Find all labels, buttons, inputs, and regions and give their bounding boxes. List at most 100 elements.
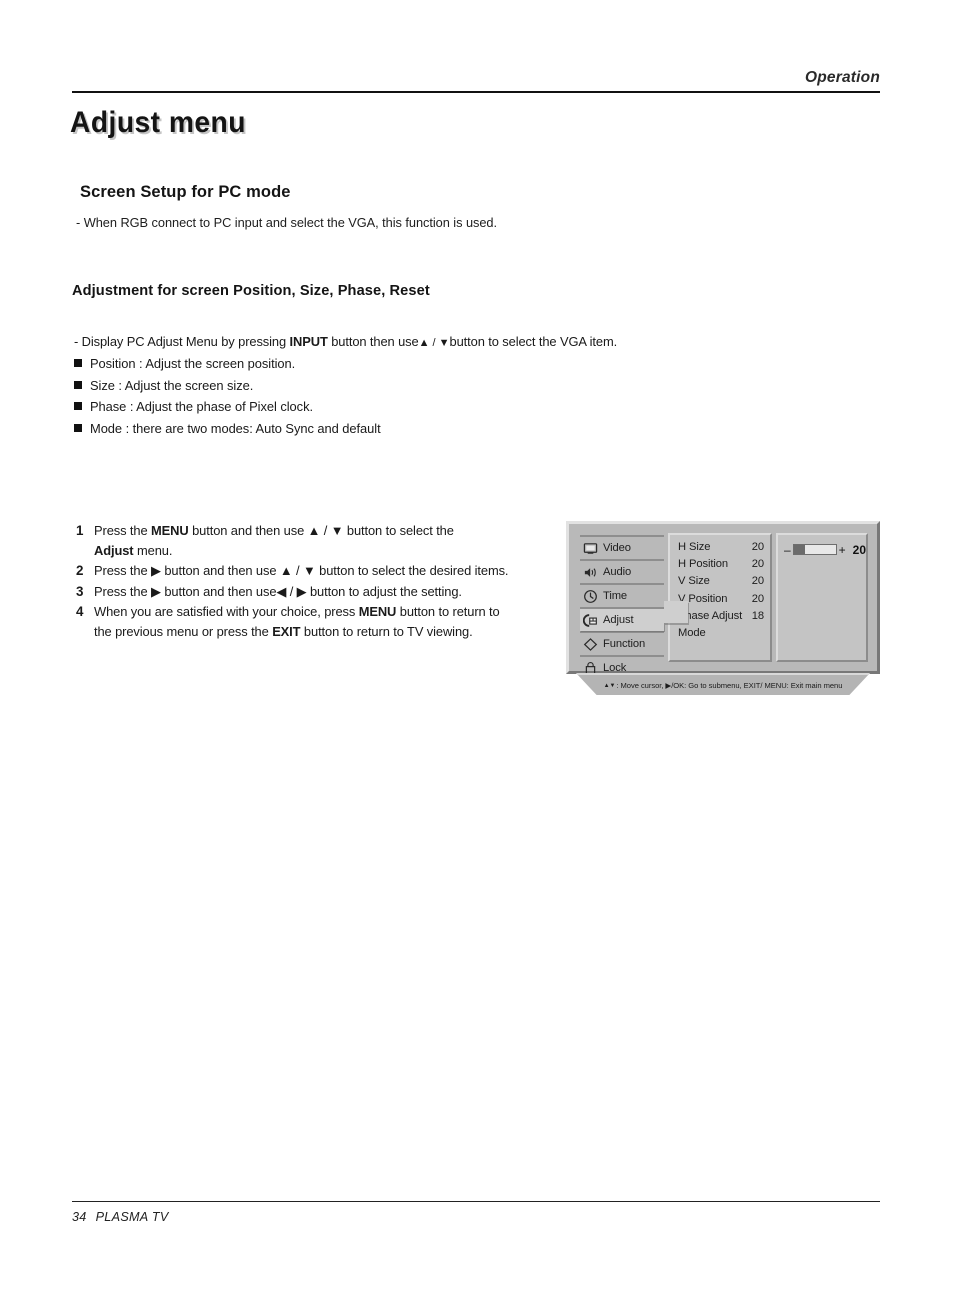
osd-setting-row[interactable]: H Size 20 bbox=[678, 541, 764, 558]
step-keyword: MENU bbox=[151, 523, 189, 538]
step-text: ▶ bbox=[151, 583, 161, 599]
osd-setting-label: H Position bbox=[678, 558, 728, 571]
step-item: 2 Press the ▶ button and then use ▲ / ▼ b… bbox=[76, 561, 556, 581]
footer-divider bbox=[72, 1201, 880, 1202]
osd-sidebar-item-audio[interactable]: Audio bbox=[580, 559, 664, 583]
osd-sidebar-item-label: Video bbox=[603, 542, 631, 554]
osd-setting-value: 20 bbox=[751, 592, 764, 605]
step-keyword: MENU bbox=[358, 604, 397, 619]
step-instruction-list: 1 Press the MENU button and then use ▲ / … bbox=[76, 521, 556, 642]
feature-bullet: Size : Adjust the screen size. bbox=[74, 378, 714, 400]
bullet-square-icon bbox=[74, 359, 82, 367]
osd-setting-value: 20 bbox=[751, 575, 764, 588]
osd-panel-inner: Video Audio Time Adjust Function Lock H Size 2… bbox=[572, 527, 874, 674]
bullet-square-icon bbox=[74, 402, 82, 410]
video-screen-icon bbox=[582, 540, 598, 556]
osd-setting-value: 18 bbox=[751, 609, 764, 622]
osd-setting-row[interactable]: V Size 20 bbox=[678, 575, 764, 592]
osd-sidebar-item-label: Time bbox=[603, 590, 628, 602]
step-text: ▲ / ▼ bbox=[307, 523, 344, 538]
slider-thumb[interactable] bbox=[793, 545, 805, 554]
step-text: button and then use bbox=[160, 563, 280, 578]
osd-hint-text: ▲▼: Move cursor, ▶/OK: Go to submenu, EX… bbox=[604, 681, 843, 690]
feature-bullet: Mode : there are two modes: Auto Sync an… bbox=[74, 421, 714, 443]
osd-sidebar-item-label: Function bbox=[603, 638, 646, 650]
step-text: ◀ / ▶ bbox=[276, 583, 307, 599]
osd-setting-row[interactable]: Phase Adjust 18 bbox=[678, 610, 764, 627]
feature-bullet-label: Position : Adjust the screen position. bbox=[90, 356, 296, 371]
osd-selection-tab bbox=[664, 601, 688, 623]
intro-line: - Display PC Adjust Menu by pressing INP… bbox=[74, 334, 617, 349]
step-text: Press the bbox=[94, 583, 152, 599]
osd-setting-label: Mode bbox=[678, 626, 706, 639]
bullet-square-icon bbox=[74, 423, 82, 432]
osd-setting-label: H Size bbox=[678, 541, 711, 553]
slider-minus-icon[interactable]: – bbox=[784, 544, 791, 556]
osd-sidebar-item-video[interactable]: Video bbox=[580, 535, 664, 559]
step-text: button and then use bbox=[188, 523, 308, 538]
osd-sidebar-item-label: Adjust bbox=[603, 614, 634, 626]
clock-icon bbox=[582, 588, 598, 604]
osd-value-column: – + 20 bbox=[776, 533, 868, 662]
osd-setting-value: 20 bbox=[751, 558, 764, 571]
osd-setting-value: 20 bbox=[751, 541, 764, 553]
intro-mid: button then use bbox=[327, 334, 419, 349]
updown-cursor-icon: ▲▼ bbox=[603, 682, 616, 689]
step-text: menu. bbox=[133, 542, 173, 558]
adjust-icon bbox=[582, 612, 598, 628]
step-text: Press the bbox=[94, 523, 152, 538]
step-text: Press the bbox=[94, 563, 152, 578]
feature-bullet-label: Mode : there are two modes: Auto Sync an… bbox=[90, 420, 381, 436]
step-item: 4 When you are satisfied with your choice… bbox=[76, 602, 556, 641]
footer: 34 PLASMA TV bbox=[72, 1210, 169, 1224]
feature-bullet-label: Phase : Adjust the phase of Pixel clock. bbox=[90, 399, 314, 414]
feature-bullet: Position : Adjust the screen position. bbox=[74, 356, 714, 378]
feature-bullet-label: Size : Adjust the screen size. bbox=[90, 377, 254, 393]
osd-menu-illustration: Video Audio Time Adjust Function Lock H Size 2… bbox=[566, 521, 880, 706]
osd-slider[interactable]: – + 20 bbox=[778, 542, 866, 557]
document-page: Operation Adjust menu Screen Setup for P… bbox=[0, 0, 954, 1294]
step-keyword: EXIT bbox=[272, 623, 301, 639]
intro-prefix: - Display PC Adjust Menu by pressing bbox=[74, 334, 290, 349]
osd-sidebar-item-label: Audio bbox=[603, 566, 632, 578]
step-keyword: Adjust bbox=[94, 542, 134, 558]
tag-icon bbox=[582, 636, 598, 652]
step-text: button to adjust the setting. bbox=[306, 583, 462, 599]
osd-sidebar-item-function[interactable]: Function bbox=[580, 631, 664, 655]
step-text: button to select the desired items. bbox=[315, 563, 509, 578]
section-heading: Screen Setup for PC mode bbox=[80, 183, 291, 201]
feature-bullet-list: Position : Adjust the screen position. Si… bbox=[74, 356, 714, 442]
product-name: PLASMA TV bbox=[95, 1210, 169, 1224]
osd-settings-column: H Size 20 H Position 20 V Size 20 V Position 20… bbox=[668, 533, 772, 662]
step-text: button to return to TV viewing. bbox=[300, 623, 473, 639]
feature-bullet: Phase : Adjust the phase of Pixel clock. bbox=[74, 399, 714, 421]
step-number: 4 bbox=[76, 604, 84, 619]
intro-input-keyword: INPUT bbox=[289, 334, 328, 349]
osd-setting-row[interactable]: Mode bbox=[678, 627, 764, 644]
step-number: 1 bbox=[76, 523, 84, 538]
osd-sidebar-item-adjust[interactable]: Adjust bbox=[580, 607, 664, 631]
updown-arrow-icon: ▲ / ▼ bbox=[418, 337, 450, 349]
step-text: button to select the bbox=[343, 523, 454, 538]
page-title: Adjust menu bbox=[70, 106, 246, 139]
osd-hint-body: : Move cursor, ▶/OK: Go to submenu, EXIT… bbox=[616, 680, 843, 690]
running-head: Operation bbox=[804, 69, 880, 86]
slider-value: 20 bbox=[852, 542, 866, 557]
step-text: ▶ bbox=[151, 563, 161, 578]
bullet-square-icon bbox=[74, 380, 82, 389]
page-number: 34 bbox=[72, 1210, 87, 1224]
step-number: 3 bbox=[76, 583, 84, 599]
intro-suffix: button to select the VGA item. bbox=[449, 334, 618, 349]
step-item: 3 Press the ▶ button and then use◀ / ▶ bu… bbox=[76, 582, 556, 602]
slider-track[interactable] bbox=[792, 544, 837, 555]
step-number: 2 bbox=[76, 563, 84, 578]
osd-sidebar: Video Audio Time Adjust Function Lock bbox=[580, 535, 688, 674]
osd-sidebar-item-label: Lock bbox=[603, 662, 627, 674]
osd-setting-row[interactable]: V Position 20 bbox=[678, 593, 764, 610]
step-item: 1 Press the MENU button and then use ▲ / … bbox=[76, 521, 556, 560]
header-divider bbox=[72, 91, 880, 93]
slider-plus-icon[interactable]: + bbox=[839, 544, 846, 556]
osd-setting-row[interactable]: H Position 20 bbox=[678, 558, 764, 575]
osd-sidebar-item-time[interactable]: Time bbox=[580, 583, 664, 607]
step-text: button to return to bbox=[396, 604, 500, 619]
